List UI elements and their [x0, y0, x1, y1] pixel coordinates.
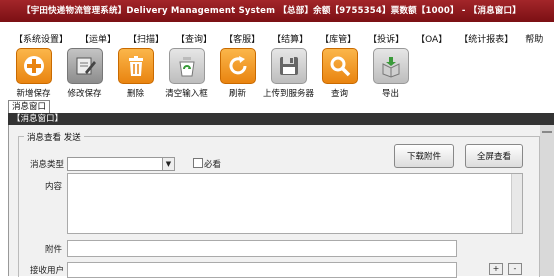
content-label: 内容: [45, 182, 63, 192]
tab-strip: 消息窗口: [8, 100, 51, 113]
magnifier-icon: [321, 48, 358, 84]
clear-inputs-label: 清空输入框: [165, 89, 208, 99]
fullscreen-view-button[interactable]: 全屏查看: [465, 144, 523, 168]
menu-complaint[interactable]: 【投诉】: [368, 32, 404, 45]
add-save-label: 新增保存: [16, 89, 51, 99]
refresh-button[interactable]: 刷新: [212, 48, 263, 102]
recycle-icon: [168, 48, 205, 84]
menu-help[interactable]: 帮助: [525, 32, 543, 45]
delete-button[interactable]: 删除: [110, 48, 161, 102]
add-recipient-button[interactable]: +: [489, 263, 503, 275]
query-button[interactable]: 查询: [314, 48, 365, 102]
menu-oa[interactable]: 【OA】: [416, 32, 447, 45]
upload-server-label: 上传到服务器: [263, 89, 315, 99]
attachment-label: 附件: [45, 245, 63, 255]
message-type-select[interactable]: ▼: [67, 157, 175, 171]
add-save-button[interactable]: 新增保存: [8, 48, 59, 102]
floppy-disk-icon: [270, 48, 307, 84]
menu-query[interactable]: 【查询】: [176, 32, 212, 45]
query-label: 查询: [330, 89, 348, 99]
add-circle-icon: [15, 48, 52, 84]
menu-system-settings[interactable]: 【系统设置】: [14, 32, 68, 45]
trash-icon: [117, 48, 154, 84]
upload-server-button[interactable]: 上传到服务器: [263, 48, 314, 102]
refresh-icon: [219, 48, 256, 84]
attachment-input[interactable]: [67, 240, 457, 257]
content-textarea[interactable]: [67, 173, 523, 234]
must-read-checkbox[interactable]: [193, 158, 203, 168]
export-button[interactable]: 导出: [365, 48, 416, 102]
export-box-icon: [372, 48, 409, 84]
menu-reports[interactable]: 【统计报表】: [459, 32, 513, 45]
refresh-label: 刷新: [228, 89, 246, 99]
scrollbar-thumb[interactable]: [542, 131, 552, 133]
delete-label: 删除: [126, 89, 144, 99]
message-type-label: 消息类型: [30, 160, 65, 170]
recipient-label: 接收用户: [30, 266, 65, 276]
menu-scan[interactable]: 【扫描】: [128, 32, 164, 45]
edit-pencil-icon: [66, 48, 103, 84]
menu-settlement[interactable]: 【结算】: [272, 32, 308, 45]
download-attachment-button[interactable]: 下载附件: [394, 144, 454, 168]
toolbar: 新增保存 修改保存 删除 清空输入框 刷新 上传到服务器 查询 导出: [8, 48, 416, 102]
menu-waybill[interactable]: 【运单】: [80, 32, 116, 45]
edit-save-button[interactable]: 修改保存: [59, 48, 110, 102]
fieldset-legend: 消息查看 发送: [24, 131, 84, 143]
must-read-label: 必看: [204, 160, 222, 170]
content-scrollbar[interactable]: [511, 174, 522, 233]
menu-warehouse[interactable]: 【库管】: [320, 32, 356, 45]
menu-bar: 【系统设置】 【运单】 【扫描】 【查询】 【客服】 【结算】 【库管】 【投诉…: [0, 30, 554, 46]
remove-recipient-button[interactable]: -: [508, 263, 522, 275]
menu-customer-service[interactable]: 【客服】: [224, 32, 260, 45]
edit-save-label: 修改保存: [67, 89, 102, 99]
window-title: 【宇田快递物流管理系统】Delivery Management System 【…: [0, 0, 554, 22]
clear-inputs-button[interactable]: 清空输入框: [161, 48, 212, 102]
export-label: 导出: [381, 89, 399, 99]
tab-message-window[interactable]: 消息窗口: [8, 100, 51, 113]
vertical-scrollbar[interactable]: [540, 125, 554, 276]
panel-header: 【消息窗口】: [8, 113, 554, 125]
chevron-down-icon[interactable]: ▼: [162, 158, 174, 170]
